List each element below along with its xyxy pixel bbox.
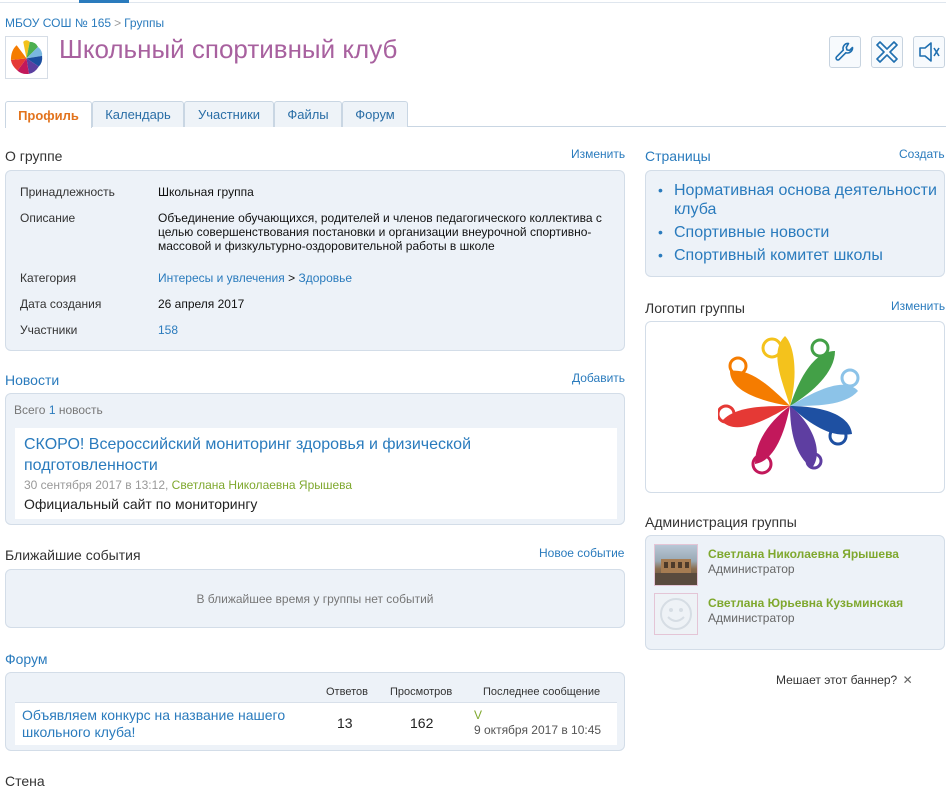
page-link-label: Спортивные новости [674,224,830,241]
news-add-link[interactable]: Добавить [572,371,625,385]
news-count: Всего 1 новость [14,403,103,417]
category-label: Категория [20,271,77,285]
page-title: Школьный спортивный клуб [59,34,398,64]
forum-topic-replies: 13 [337,715,353,731]
admin-name-link[interactable]: Светлана Юрьевна Кузьминская [708,596,903,610]
banner-hide-text: Мешает этот баннер? [776,673,898,687]
news-item: СКОРО! Всероссийский мониторинг здоровья… [15,428,617,519]
affiliation-value: Школьная группа [158,185,254,199]
group-logo-icon [10,40,43,75]
admins-panel: Светлана Николаевна Ярышева Администрато… [645,535,945,650]
forum-last-date: 9 октября 2017 в 10:45 [474,723,602,737]
settings-button[interactable] [829,36,861,68]
logo-edit-link[interactable]: Изменить [891,299,945,313]
logo-section-title: Логотип группы [645,300,745,316]
tab-bar: Профиль Календарь Участники Файлы Форум [5,101,946,128]
admin-name-link[interactable]: Светлана Николаевна Ярышева [708,547,899,561]
page-link[interactable]: Спортивный комитет школы [656,246,946,265]
news-section-title[interactable]: Новости [5,372,59,388]
breadcrumb-home-link[interactable]: МБОУ СОШ № 165 [5,16,111,30]
news-panel: Всего 1 новость СКОРО! Всероссийский мон… [5,393,625,525]
close-icon[interactable]: ✕ [903,673,913,687]
mute-notifications-button[interactable] [913,36,945,68]
forum-topic-title[interactable]: Объявляем конкурс на название нашего шко… [22,707,312,741]
breadcrumb-separator: > [114,16,122,30]
wrench-icon [835,42,854,61]
admin-role: Администратор [708,611,795,625]
created-label: Дата создания [20,297,102,311]
news-item-meta: 30 сентября 2017 в 13:12, Светлана Никол… [24,478,352,492]
forum-section-title[interactable]: Форум [5,651,48,667]
admins-section-title: Администрация группы [645,514,797,530]
breadcrumb: МБОУ СОШ № 165 > Группы [5,16,164,30]
logo-panel [645,321,945,493]
close-x-icon [876,41,898,63]
events-section-title: Ближайшие события [5,547,141,563]
top-nav-underline [0,0,946,3]
events-empty-message: В ближайшее время у группы нет событий [196,592,434,606]
news-item-author[interactable]: Светлана Николаевна Ярышева [172,478,352,492]
forum-last-author[interactable]: V [474,708,482,722]
page-link-label: Спортивный комитет школы [674,247,883,264]
photo-icon [655,559,697,585]
admin-role: Администратор [708,562,795,576]
tab-members[interactable]: Участники [184,101,274,127]
speaker-mute-icon [919,42,940,62]
forum-panel: Ответов Просмотров Последнее сообщение О… [5,672,625,751]
page-link[interactable]: Спортивные новости [656,223,946,242]
affiliation-label: Принадлежность [20,185,115,199]
about-section-title: О группе [5,148,63,164]
news-count-suffix: новость [58,403,103,417]
page-link[interactable]: Нормативная основа деятельности клуба [656,181,946,219]
about-panel: Принадлежность Школьная группа Описание … [5,170,625,351]
news-count-number: 1 [48,403,56,417]
pages-list: Нормативная основа деятельности клуба Сп… [656,181,946,269]
active-nav-indicator [79,0,129,3]
tab-forum[interactable]: Форум [342,101,408,127]
members-label: Участники [20,323,78,337]
description-label: Описание [20,211,76,225]
news-count-prefix: Всего [14,403,46,417]
wall-section-title: Стена [5,773,45,787]
about-edit-link[interactable]: Изменить [571,147,625,161]
events-panel: В ближайшее время у группы нет событий [5,569,625,628]
forum-topic-views: 162 [410,715,434,731]
forum-col-replies: Ответов [326,686,368,698]
tab-calendar[interactable]: Календарь [92,101,184,127]
banner-hide-prompt[interactable]: Мешает этот баннер? ✕ [776,673,913,687]
forum-col-views: Просмотров [390,686,453,698]
avatar[interactable] [654,593,698,635]
pages-create-link[interactable]: Создать [899,147,945,161]
group-logo-large-icon [718,336,860,475]
tab-profile[interactable]: Профиль [5,101,92,128]
category-separator: > [288,271,296,285]
smiley-placeholder-icon [660,598,692,630]
forum-topic-row: Объявляем конкурс на название нашего шко… [15,702,617,745]
avatar[interactable] [654,544,698,586]
news-item-title[interactable]: СКОРО! Всероссийский мониторинг здоровья… [24,434,544,476]
pages-panel: Нормативная основа деятельности клуба Сп… [645,170,945,277]
forum-col-last: Последнее сообщение [483,686,601,698]
new-event-link[interactable]: Новое событие [539,546,624,560]
news-item-text: Официальный сайт по мониторингу [24,496,258,512]
group-avatar[interactable] [5,36,48,79]
leave-group-button[interactable] [871,36,903,68]
description-value: Объединение обучающихся, родителей и чле… [158,211,602,253]
created-value: 26 апреля 2017 [158,297,245,311]
news-item-date: 30 сентября 2017 в 13:12, [24,478,169,492]
admin-item: Светлана Юрьевна Кузьминская Администрат… [654,593,944,637]
tab-files[interactable]: Файлы [274,101,342,127]
page-link-label: Нормативная основа деятельности клуба [674,182,937,218]
members-count-link[interactable]: 158 [158,323,178,337]
category-link-interests[interactable]: Интересы и увлечения [158,271,285,285]
category-value: Интересы и увлечения > Здоровье [158,271,352,285]
admin-item: Светлана Николаевна Ярышева Администрато… [654,544,944,588]
pages-section-title: Страницы [645,148,711,164]
breadcrumb-groups-link[interactable]: Группы [124,16,164,30]
category-link-health[interactable]: Здоровье [298,271,352,285]
